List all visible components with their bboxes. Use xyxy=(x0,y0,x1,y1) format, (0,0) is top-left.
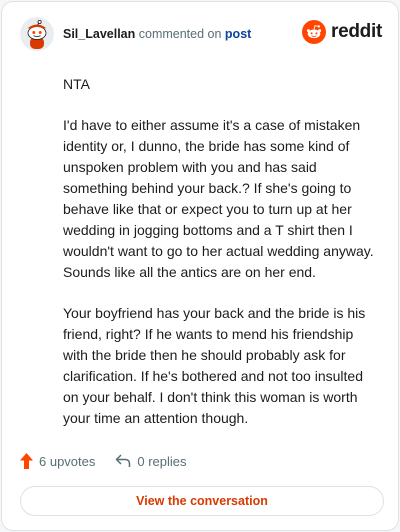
username-link[interactable]: Sil_Lavellan xyxy=(63,27,135,41)
comment-footer: 6 upvotes 0 replies xyxy=(20,451,187,471)
comment-attribution: Sil_Lavellan commented on post xyxy=(63,26,251,42)
upvote-arrow-icon xyxy=(20,453,33,469)
reply-count[interactable]: 0 replies xyxy=(115,453,187,469)
action-text: commented on xyxy=(138,27,222,41)
replies-label: 0 replies xyxy=(137,453,187,469)
user-avatar[interactable] xyxy=(20,17,54,51)
post-link[interactable]: post xyxy=(225,27,251,41)
comment-paragraph: NTA xyxy=(63,76,90,92)
upvotes-label: 6 upvotes xyxy=(39,453,96,469)
reddit-logo[interactable]: reddit xyxy=(302,20,382,44)
comment-body: NTA I'd have to either assume it's a cas… xyxy=(63,74,375,449)
comment-card: Sil_Lavellan commented on post reddit NT… xyxy=(1,1,399,531)
reddit-logo-icon xyxy=(302,20,327,44)
comment-paragraph: Your boyfriend has your back and the bri… xyxy=(63,305,366,426)
reply-arrow-icon xyxy=(116,454,131,467)
upvote-count[interactable]: 6 upvotes xyxy=(20,453,95,469)
comment-header: Sil_Lavellan commented on post reddit xyxy=(20,16,384,52)
comment-paragraph: I'd have to either assume it's a case of… xyxy=(63,117,374,280)
view-conversation-button[interactable]: View the conversation xyxy=(20,486,384,516)
reddit-wordmark: reddit xyxy=(331,21,382,42)
snoo-avatar-icon xyxy=(20,17,54,51)
